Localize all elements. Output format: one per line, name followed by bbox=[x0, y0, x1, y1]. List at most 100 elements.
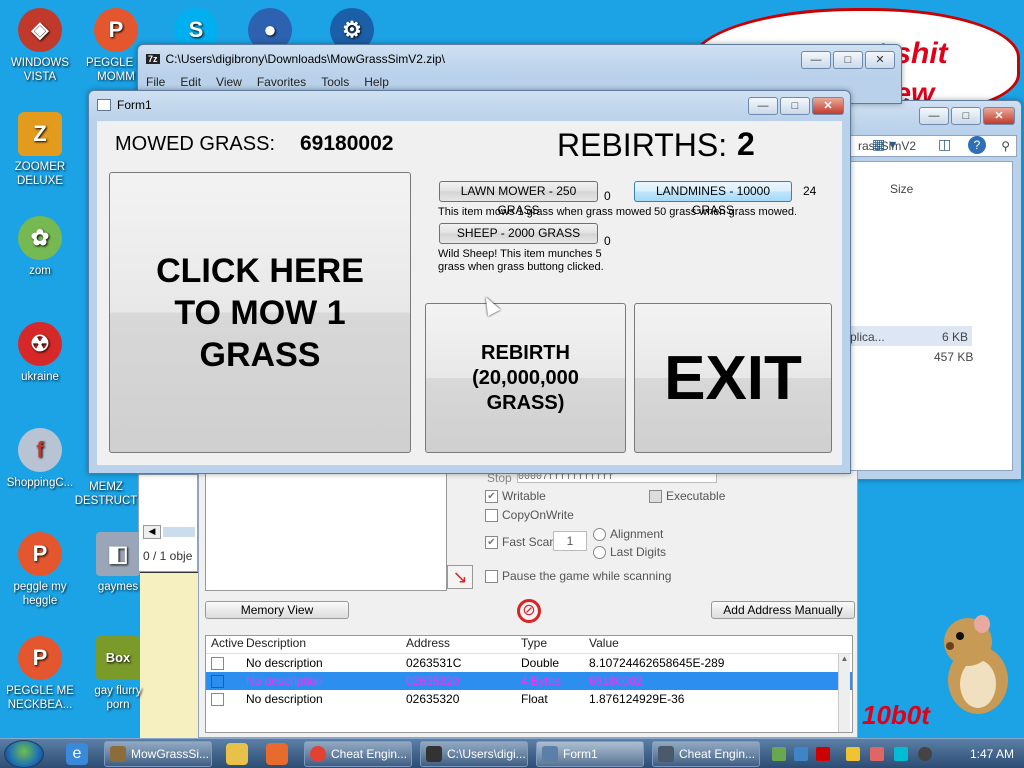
maximize-button[interactable]: □ bbox=[833, 51, 863, 69]
column-type[interactable]: Type bbox=[521, 636, 589, 653]
add-address-manually-button[interactable]: Add Address Manually bbox=[711, 601, 855, 619]
taskbar-item-cheat-engine-2[interactable]: Cheat Engin... bbox=[652, 741, 760, 767]
desktop-icon-zom[interactable]: ✿ zom bbox=[0, 216, 80, 278]
row-type: 4 Bytes bbox=[521, 674, 562, 688]
menu-view[interactable]: View bbox=[216, 75, 242, 89]
executable-checkbox[interactable]: Executable bbox=[649, 489, 725, 504]
media-player-icon[interactable] bbox=[226, 743, 248, 765]
desktop-icon-ukraine[interactable]: ☢ ukraine bbox=[0, 322, 80, 384]
tray-icon[interactable] bbox=[772, 747, 786, 761]
column-description[interactable]: Description bbox=[246, 636, 406, 653]
checkbox-label: CopyOnWrite bbox=[502, 508, 574, 522]
help-icon[interactable]: ? bbox=[968, 136, 986, 154]
buy-landmines-button[interactable]: LANDMINES - 10000 GRASS bbox=[634, 181, 792, 217]
fast-scan-checkbox[interactable]: Fast Scan bbox=[485, 535, 556, 550]
menu-favorites[interactable]: Favorites bbox=[257, 75, 306, 89]
taskbar-item-7zip[interactable]: C:\Users\digi... bbox=[420, 741, 528, 767]
alignment-radio[interactable]: Alignment bbox=[593, 527, 663, 542]
tray-icon[interactable] bbox=[846, 747, 860, 761]
minimize-button[interactable]: — bbox=[801, 51, 831, 69]
tray-icon[interactable] bbox=[794, 747, 808, 761]
mowed-grass-label: MOWED GRASS: bbox=[115, 133, 276, 155]
zombie-flower-icon: ✿ bbox=[18, 216, 62, 260]
menu-edit[interactable]: Edit bbox=[180, 75, 201, 89]
taskbar-clock[interactable]: 1:47 AM bbox=[970, 747, 1014, 761]
taskbar-label: Form1 bbox=[563, 747, 598, 761]
menu-tools[interactable]: Tools bbox=[321, 75, 349, 89]
buy-sheep-button[interactable]: SHEEP - 2000 GRASS bbox=[439, 223, 598, 244]
rebirth-button[interactable]: REBIRTH (20,000,000 GRASS) bbox=[425, 303, 626, 453]
game-titlebar[interactable]: Form1 bbox=[89, 91, 850, 119]
checkbox-label: Writable bbox=[502, 489, 546, 503]
tray-icon[interactable] bbox=[918, 747, 932, 761]
column-size[interactable]: Size bbox=[890, 182, 913, 196]
active-checkbox[interactable] bbox=[211, 675, 224, 689]
zoomer-icon: Z bbox=[18, 112, 62, 156]
desktop-icon-windows-vista[interactable]: ◈ WINDOWS VISTA bbox=[0, 8, 80, 84]
close-button[interactable]: ✕ bbox=[812, 97, 844, 115]
7zip-titlebar[interactable]: 7z C:\Users\digibrony\Downloads\MowGrass… bbox=[138, 45, 901, 73]
checkbox-box bbox=[485, 570, 498, 584]
last-digits-radio[interactable]: Last Digits bbox=[593, 545, 666, 560]
no-entry-icon[interactable]: ⊘ bbox=[517, 599, 541, 623]
chrome-icon bbox=[310, 746, 326, 762]
lawn-mower-count: 0 bbox=[604, 189, 611, 203]
minimize-button[interactable]: — bbox=[919, 107, 949, 125]
start-button[interactable] bbox=[4, 740, 44, 768]
tray-icon[interactable] bbox=[870, 747, 884, 761]
column-value[interactable]: Value bbox=[589, 636, 839, 653]
taskbar-item-form1[interactable]: Form1 bbox=[536, 741, 644, 767]
desktop-icon-peggle-neckbeard[interactable]: P PEGGLE ME NECKBEA... bbox=[0, 636, 80, 712]
internet-explorer-icon[interactable]: e bbox=[66, 743, 88, 765]
table-row[interactable]: No description 0263531C Double 8.1072446… bbox=[206, 654, 852, 672]
game-client-area: MOWED GRASS: 69180002 REBIRTHS: 2 CLICK … bbox=[97, 121, 842, 465]
app-icon[interactable] bbox=[266, 743, 288, 765]
preview-pane-icon[interactable]: ◫ bbox=[938, 136, 951, 153]
close-button[interactable]: ✕ bbox=[983, 107, 1015, 125]
close-button[interactable]: ✕ bbox=[865, 51, 895, 69]
taskbar-item-cheat-engine-1[interactable]: Cheat Engin... bbox=[304, 741, 412, 767]
tray-icon[interactable] bbox=[816, 747, 830, 761]
pause-game-checkbox[interactable]: Pause the game while scanning bbox=[485, 569, 671, 584]
memory-view-button[interactable]: Memory View bbox=[205, 601, 349, 619]
desktop-icon-label: peggle my heggle bbox=[13, 581, 67, 607]
active-checkbox[interactable] bbox=[211, 693, 224, 707]
mow-grass-button[interactable]: CLICK HERE TO MOW 1 GRASS bbox=[109, 172, 411, 453]
row-description: No description bbox=[246, 674, 323, 688]
view-options-icon[interactable]: ▦ ▾ bbox=[872, 136, 896, 153]
menu-file[interactable]: File bbox=[146, 75, 165, 89]
add-to-list-arrow-icon[interactable]: ↘ bbox=[447, 565, 473, 589]
desktop-icon-peggle-heggle[interactable]: P peggle my heggle bbox=[0, 532, 80, 608]
table-row-selected[interactable]: No description 02635320 4 Bytes 69180002 bbox=[206, 672, 852, 690]
fast-scan-input[interactable]: 1 bbox=[553, 531, 587, 551]
buy-lawn-mower-button[interactable]: LAWN MOWER - 250 GRASS bbox=[439, 181, 598, 217]
writable-checkbox[interactable]: Writable bbox=[485, 489, 546, 504]
scroll-left-button[interactable]: ◀ bbox=[143, 525, 161, 539]
flash-icon: f bbox=[18, 428, 62, 472]
maximize-button[interactable]: □ bbox=[951, 107, 981, 125]
table-row[interactable]: No description 02635320 Float 1.87612492… bbox=[206, 690, 852, 708]
taskbar-label: MowGrassSi... bbox=[131, 747, 210, 761]
copy-on-write-checkbox[interactable]: CopyOnWrite bbox=[485, 508, 574, 523]
desktop-icon-label: ZOOMER DELUXE bbox=[14, 161, 66, 187]
table-header: Active Description Address Type Value bbox=[206, 636, 852, 654]
found-addresses-list[interactable] bbox=[205, 473, 447, 591]
landmines-count: 24 bbox=[803, 184, 817, 198]
desktop-icon-zoomer[interactable]: Z ZOOMER DELUXE bbox=[0, 112, 80, 188]
column-address[interactable]: Address bbox=[406, 636, 521, 653]
menu-help[interactable]: Help bbox=[364, 75, 389, 89]
maximize-button[interactable]: □ bbox=[780, 97, 810, 115]
table-scrollbar[interactable]: ▲ bbox=[838, 654, 850, 732]
exit-button[interactable]: EXIT bbox=[634, 303, 832, 453]
column-active[interactable]: Active bbox=[206, 636, 246, 653]
minimize-button[interactable]: — bbox=[748, 97, 778, 115]
taskbar-item-mowgrass[interactable]: MowGrassSi... bbox=[104, 741, 212, 767]
file-size: 6 KB bbox=[942, 330, 969, 344]
desktop-icon-box[interactable]: Box gay flurry porn bbox=[78, 636, 158, 712]
horizontal-scrollbar[interactable] bbox=[163, 527, 195, 537]
tray-icon[interactable] bbox=[894, 747, 908, 761]
desktop-icon-memz[interactable]: MEMZ DESTRUCT bbox=[66, 476, 146, 508]
active-checkbox[interactable] bbox=[211, 657, 224, 671]
taskbar-label: C:\Users\digi... bbox=[447, 747, 526, 761]
search-icon[interactable]: ⚲ bbox=[1001, 136, 1010, 156]
